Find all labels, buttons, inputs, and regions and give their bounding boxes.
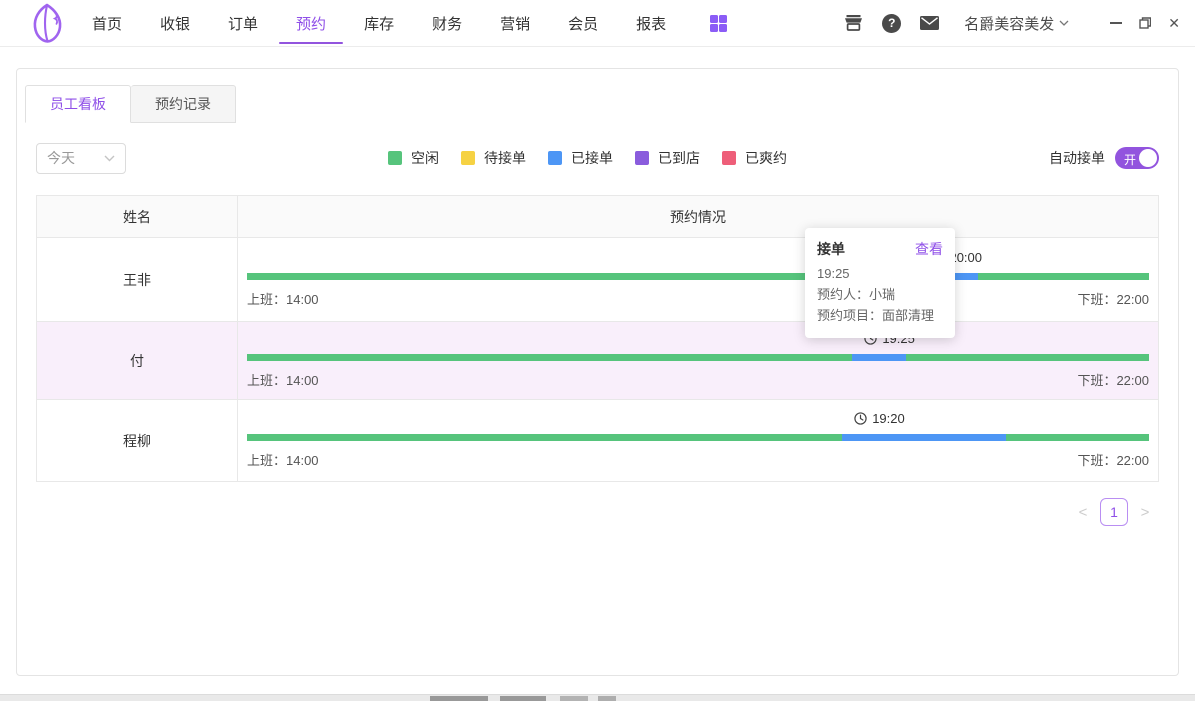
- restore-icon[interactable]: [1139, 17, 1151, 29]
- topbar: 首页 收银 订单 预约 库存 财务 营销 会员 报表 ? 名爵美容美发: [0, 0, 1195, 47]
- shift-start: 上班：14:00: [247, 370, 319, 389]
- topbar-right: ? 名爵美容美发 ✕: [844, 13, 1180, 34]
- prev-page-icon[interactable]: <: [1076, 504, 1090, 521]
- legend-swatch-noshow: [722, 151, 736, 165]
- legend-label: 已到店: [658, 148, 700, 168]
- appointment-time: 19:20: [872, 411, 905, 426]
- appointment-segment[interactable]: [852, 354, 906, 361]
- legend-swatch-accepted: [548, 151, 562, 165]
- employee-name: 程柳: [123, 431, 151, 451]
- nav-item-appointments[interactable]: 预约: [296, 0, 326, 46]
- shift-end: 下班：22:00: [1077, 289, 1149, 308]
- legend-swatch-arrived: [635, 151, 649, 165]
- nav-item-inventory[interactable]: 库存: [364, 0, 394, 46]
- appointments-panel: 员工看板 预约记录 今天 空闲 待接单 已接单 已到店: [16, 68, 1179, 676]
- clock-icon: [854, 412, 867, 425]
- legend-item-accepted: 已接单: [548, 148, 613, 168]
- shift-labels: 上班：14:00 下班：22:00: [247, 289, 1149, 308]
- store-name: 名爵美容美发: [964, 13, 1054, 34]
- chevron-down-icon: [1059, 20, 1069, 26]
- employee-name: 付: [130, 351, 144, 371]
- date-range-value: 今天: [47, 148, 75, 168]
- pagination: < 1 >: [17, 498, 1152, 526]
- table-row: 付 19:25 上班：14:00 下班：22:00: [37, 322, 1158, 400]
- table-row: 程柳 19:20 上班：14:00 下班：22:00: [37, 400, 1158, 481]
- nav-item-orders[interactable]: 订单: [228, 0, 258, 46]
- tooltip-time: 19:25: [817, 263, 943, 284]
- auto-accept-toggle[interactable]: 开: [1115, 147, 1159, 169]
- status-legend: 空闲 待接单 已接单 已到店 已爽约: [126, 148, 1049, 168]
- legend-swatch-pending: [461, 151, 475, 165]
- help-icon[interactable]: ?: [882, 14, 901, 33]
- legend-swatch-free: [388, 151, 402, 165]
- page-number-1[interactable]: 1: [1100, 498, 1128, 526]
- tooltip-status: 接单: [817, 239, 845, 259]
- header-schedule: 预约情况: [238, 196, 1158, 237]
- auto-accept-label: 自动接单: [1049, 148, 1105, 168]
- shift-end: 下班：22:00: [1077, 370, 1149, 389]
- nav-item-finance[interactable]: 财务: [432, 0, 462, 46]
- shift-bar: [247, 354, 1149, 361]
- tab-employee-board[interactable]: 员工看板: [25, 85, 131, 123]
- shift-bar: [247, 273, 1149, 280]
- employee-board-table: 姓名 预约情况 王非 20:00 上班：14:00 下班：22: [36, 195, 1159, 482]
- auto-accept-control: 自动接单 开: [1049, 147, 1159, 169]
- chevron-down-icon: [104, 155, 115, 162]
- legend-label: 待接单: [484, 148, 526, 168]
- window-controls: ✕: [1110, 15, 1180, 32]
- legend-item-arrived: 已到店: [635, 148, 700, 168]
- app-logo-tulip-icon: [24, 2, 70, 44]
- apps-grid-icon[interactable]: [710, 15, 727, 32]
- next-page-icon[interactable]: >: [1138, 504, 1152, 521]
- tooltip-view-link[interactable]: 查看: [915, 239, 943, 259]
- nav-item-marketing[interactable]: 营销: [500, 0, 530, 46]
- shift-labels: 上班：14:00 下班：22:00: [247, 450, 1149, 469]
- timeline: 19:20 上班：14:00 下班：22:00: [238, 400, 1158, 481]
- shift-end: 下班：22:00: [1077, 450, 1149, 469]
- taskbar-strip: [0, 694, 1195, 701]
- legend-label: 空闲: [411, 148, 439, 168]
- appointment-tooltip: 接单 查看 19:25 预约人：小瑞 预约项目：面部清理: [805, 228, 955, 338]
- mail-icon[interactable]: [920, 16, 939, 30]
- appointment-marker: 19:20: [854, 411, 905, 426]
- timeline: 20:00 上班：14:00 下班：22:00: [238, 238, 1158, 321]
- tooltip-project: 预约项目：面部清理: [817, 305, 943, 326]
- tab-appointment-records[interactable]: 预约记录: [131, 85, 236, 123]
- employee-name: 王非: [123, 270, 151, 290]
- legend-item-free: 空闲: [388, 148, 439, 168]
- legend-item-noshow: 已爽约: [722, 148, 787, 168]
- nav-item-cashier[interactable]: 收银: [160, 0, 190, 46]
- toggle-state-label: 开: [1124, 151, 1136, 168]
- nav-item-reports[interactable]: 报表: [636, 0, 666, 46]
- date-range-select[interactable]: 今天: [36, 143, 126, 174]
- controls-row: 今天 空闲 待接单 已接单 已到店: [36, 142, 1159, 174]
- legend-item-pending: 待接单: [461, 148, 526, 168]
- shift-start: 上班：14:00: [247, 450, 319, 469]
- timeline: 19:25 上班：14:00 下班：22:00: [238, 322, 1158, 399]
- main-nav: 首页 收银 订单 预约 库存 财务 营销 会员 报表: [92, 0, 666, 46]
- legend-label: 已接单: [571, 148, 613, 168]
- store-name-dropdown[interactable]: 名爵美容美发: [964, 13, 1069, 34]
- legend-label: 已爽约: [745, 148, 787, 168]
- shift-start: 上班：14:00: [247, 289, 319, 308]
- panel-tabs: 员工看板 预约记录: [25, 85, 1178, 123]
- nav-item-home[interactable]: 首页: [92, 0, 122, 46]
- minimize-icon[interactable]: [1110, 22, 1122, 24]
- shift-labels: 上班：14:00 下班：22:00: [247, 370, 1149, 389]
- table-header: 姓名 预约情况: [37, 196, 1158, 238]
- shift-bar: [247, 434, 1149, 441]
- appointment-segment[interactable]: [842, 434, 1005, 441]
- nav-item-members[interactable]: 会员: [568, 0, 598, 46]
- close-icon[interactable]: ✕: [1168, 15, 1180, 32]
- tooltip-person: 预约人：小瑞: [817, 284, 943, 305]
- table-row: 王非 20:00 上班：14:00 下班：22:00: [37, 238, 1158, 322]
- toggle-knob: [1139, 149, 1157, 167]
- header-name: 姓名: [37, 196, 238, 237]
- store-icon[interactable]: [844, 15, 863, 31]
